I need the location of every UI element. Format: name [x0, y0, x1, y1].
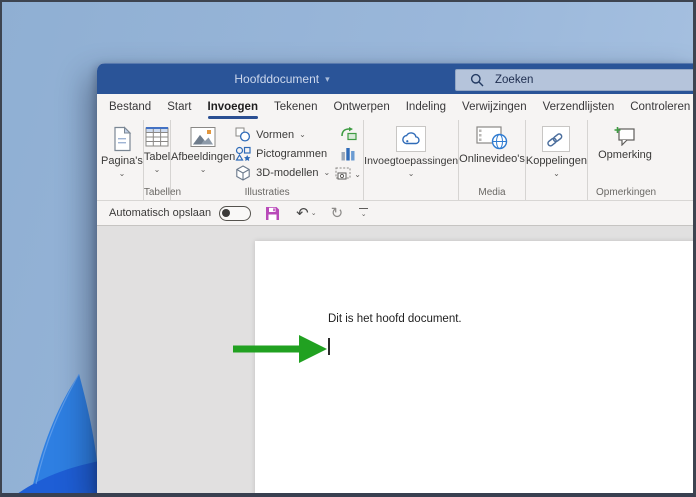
paginas-button[interactable]: Pagina's ⌄: [101, 120, 143, 200]
redo-icon: ↻: [330, 203, 344, 222]
ribbon-group-illustraties: Afbeeldingen ⌄ Vormen ⌄ Pictogrammen 3D-…: [171, 120, 365, 200]
tab-indeling[interactable]: Indeling: [398, 94, 454, 120]
autosave-toggle-knob: [222, 208, 231, 217]
document-title: Hoofddocument: [234, 72, 320, 86]
title-bar: Hoofddocument ▾: [97, 63, 696, 94]
addin-icon: [396, 126, 427, 152]
tab-invoegen[interactable]: Invoegen: [200, 94, 266, 120]
redo-button[interactable]: ↻: [330, 203, 344, 222]
chevron-down-icon: ⌄: [354, 170, 361, 179]
annotation-arrow: [233, 335, 327, 363]
ribbon-group-paginas: Pagina's ⌄: [101, 120, 144, 200]
chevron-down-icon: ⌄: [299, 129, 306, 139]
icons-icon: [235, 146, 251, 161]
grafiek-button[interactable]: [341, 146, 356, 161]
autosave-label: Automatisch opslaan: [109, 207, 212, 219]
group-label-media: Media: [478, 187, 506, 198]
group-label-opmerkingen: Opmerkingen: [596, 187, 657, 198]
screenshot-icon: [335, 167, 351, 180]
search-box[interactable]: [455, 69, 696, 91]
tab-bestand[interactable]: Bestand: [101, 94, 159, 120]
shapes-icon: [235, 127, 251, 142]
search-icon: [470, 73, 484, 87]
qat-overflow-icon: [359, 207, 369, 210]
tab-controleren[interactable]: Controleren: [622, 94, 696, 120]
link-icon: [542, 126, 571, 152]
document-page[interactable]: [255, 241, 696, 497]
ribbon-group-tabellen: Tabel ⌄ Tabellen: [143, 120, 182, 200]
chevron-down-icon: ⌄: [553, 169, 560, 178]
table-icon: [145, 127, 169, 147]
pictogrammen-button[interactable]: Pictogrammen: [235, 146, 333, 161]
undo-button[interactable]: ↶ ⌄: [296, 203, 317, 222]
smartart-button[interactable]: [340, 126, 357, 141]
document-text: Dit is het hoofd document.: [328, 313, 462, 325]
cube-3d-icon: [236, 164, 250, 181]
chart-icon: [341, 147, 355, 160]
koppelingen-button[interactable]: Koppelingen ⌄: [526, 120, 587, 200]
group-label-tabellen: Tabellen: [143, 187, 182, 198]
ribbon-tab-strip: Bestand Start Invoegen Tekenen Ontwerpen…: [97, 94, 696, 120]
chevron-down-icon: ⌄: [310, 209, 317, 217]
ribbon: Pagina's ⌄ Tabel ⌄ Tabellen Afbeeldingen…: [97, 120, 696, 201]
chevron-down-icon: ⌄: [153, 165, 161, 174]
page-icon: [114, 126, 132, 152]
schermopname-button[interactable]: ⌄: [335, 166, 361, 181]
ribbon-group-koppelingen: Koppelingen ⌄: [526, 120, 589, 200]
tab-verzendlijsten[interactable]: Verzendlijsten: [535, 94, 623, 120]
group-label-illustraties: Illustraties: [244, 187, 290, 198]
comment-add-icon: [614, 127, 635, 146]
tab-ontwerpen[interactable]: Ontwerpen: [325, 94, 397, 120]
ribbon-group-opmerkingen: Opmerking Opmerkingen: [588, 120, 696, 200]
wallpaper-bloom-shape: [13, 373, 100, 497]
title-caret-icon: ▾: [325, 74, 330, 85]
3d-modellen-button[interactable]: 3D-modellen ⌄: [235, 164, 333, 181]
document-title-dropdown[interactable]: Hoofddocument ▾: [182, 64, 382, 94]
word-window: Hoofddocument ▾ Bestand Start Invoegen T…: [97, 63, 696, 497]
chevron-down-icon: ⌄: [118, 169, 126, 178]
tab-tekenen[interactable]: Tekenen: [266, 94, 325, 120]
desktop-wallpaper: Hoofddocument ▾ Bestand Start Invoegen T…: [0, 0, 696, 497]
qat-overflow-button[interactable]: ⌄: [359, 207, 369, 218]
vormen-button[interactable]: Vormen ⌄: [235, 127, 333, 142]
save-button[interactable]: [265, 206, 280, 221]
tab-start[interactable]: Start: [159, 94, 199, 120]
chevron-down-icon: ⌄: [323, 167, 331, 177]
chevron-down-icon: ⌄: [407, 169, 415, 178]
image-icon: [190, 127, 216, 147]
tab-verwijzingen[interactable]: Verwijzingen: [454, 94, 535, 120]
invoegtoepassingen-button[interactable]: Invoegtoepassingen ⌄: [364, 120, 458, 200]
chevron-down-icon: ⌄: [199, 165, 207, 174]
ribbon-group-media: Onlinevideo's Media: [459, 120, 526, 200]
save-icon: [266, 206, 280, 220]
online-video-icon: [476, 126, 508, 150]
autosave-toggle[interactable]: [219, 205, 252, 221]
quick-access-toolbar: Automatisch opslaan ↶ ⌄ ↻ ⌄: [97, 201, 696, 226]
search-input[interactable]: [493, 73, 696, 87]
ribbon-group-invoegtoepassingen: Invoegtoepassingen ⌄: [364, 120, 460, 200]
smartart-icon: [340, 126, 357, 140]
undo-icon: ↶: [296, 203, 309, 222]
document-area: Dit is het hoofd document.: [97, 226, 696, 497]
